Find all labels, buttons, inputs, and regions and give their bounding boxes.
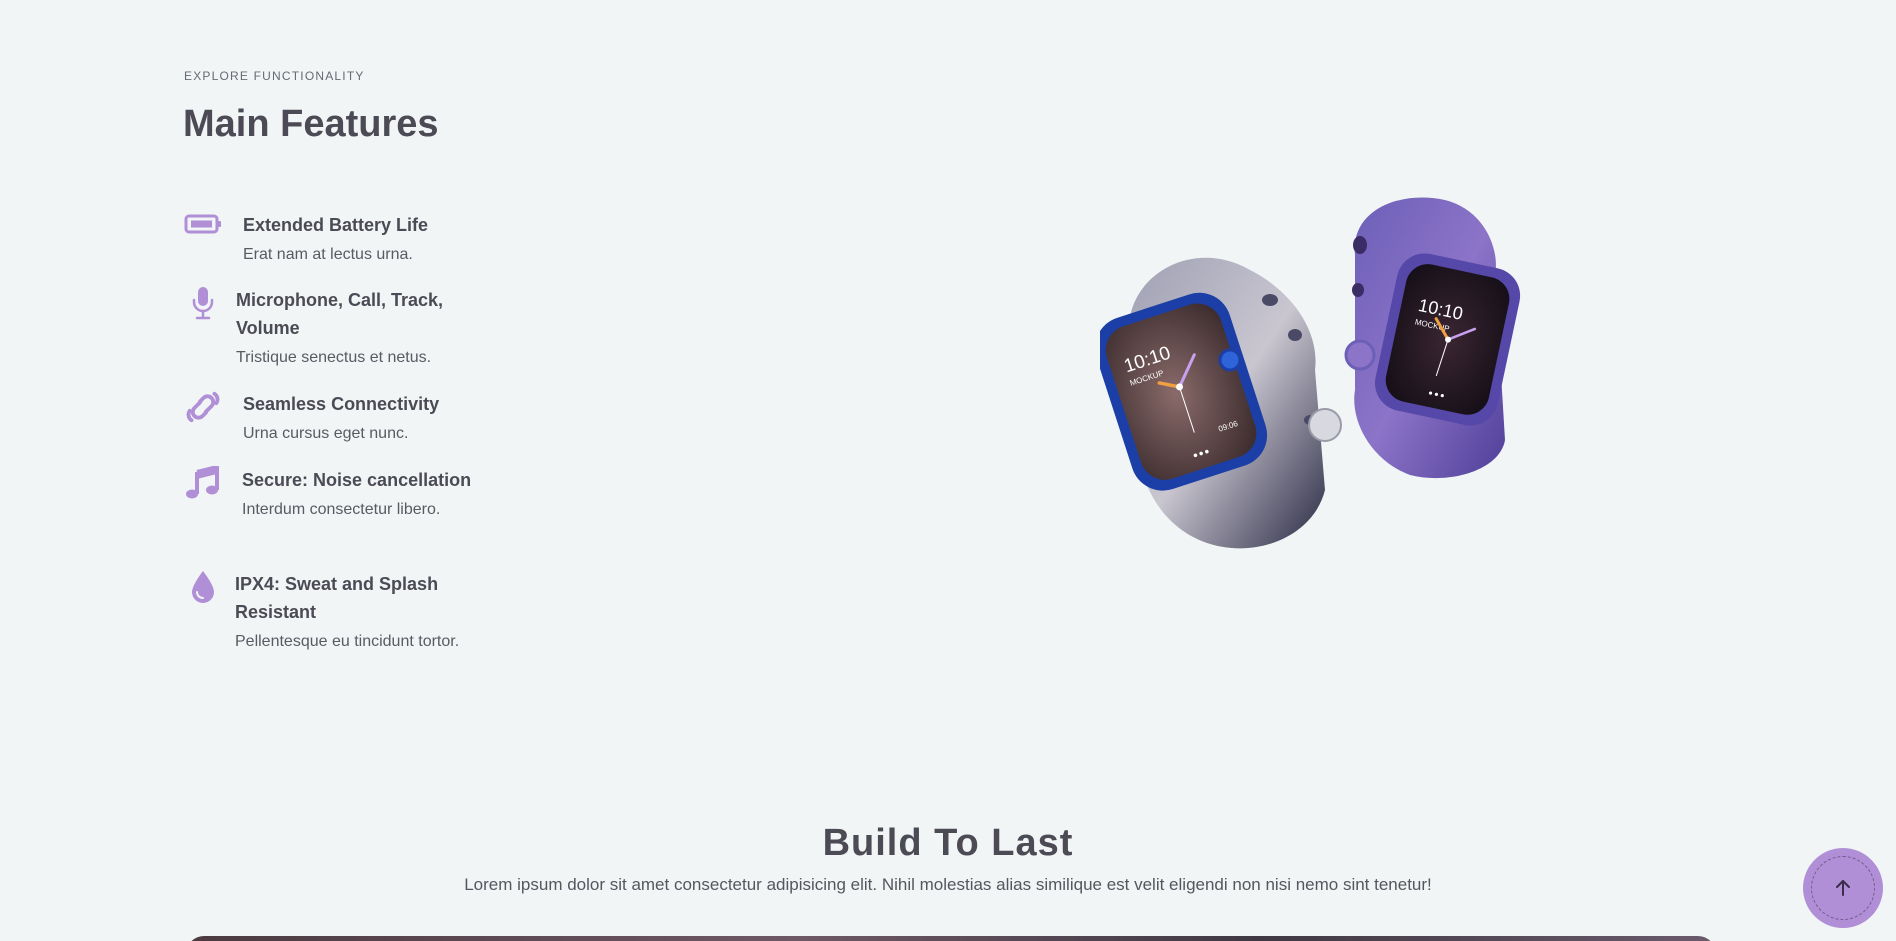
section-title: Build To Last [822, 822, 1074, 864]
feature-title: Secure: Noise cancellation [242, 470, 472, 490]
feature-description: Erat nam at lectus urna. [243, 246, 413, 263]
section-subtitle: Lorem ipsum dolor sit amet consectetur a… [464, 875, 1432, 894]
page: EXPLORE FUNCTIONALITY Main Features Exte… [0, 0, 1896, 941]
battery-icon [184, 211, 222, 249]
back-to-top-button[interactable] [1803, 848, 1883, 928]
feature-description: Pellentesque eu tincidunt tortor. [235, 633, 460, 650]
feature-title: Microphone, Call, Track, Volume [236, 290, 444, 338]
smartwatch-image: 10:10 MOCKUP 10:10 MOCKUP 09:06 [1100, 197, 1521, 549]
featured-banner-image [186, 936, 1716, 941]
feature-description: Urna cursus eget nunc. [243, 425, 409, 442]
section-eyebrow: EXPLORE FUNCTIONALITY [184, 69, 365, 83]
microphone-icon [184, 286, 222, 324]
feature-title: Seamless Connectivity [243, 394, 440, 414]
water-drop-icon [184, 570, 222, 608]
rotating-text-ring [1811, 856, 1875, 920]
feature-title: Extended Battery Life [243, 215, 429, 235]
music-note-icon [184, 466, 222, 504]
feature-description: Tristique senectus et netus. [236, 349, 432, 366]
feature-description: Interdum consectetur libero. [242, 501, 441, 518]
page-title: Main Features [183, 103, 439, 145]
link-icon [184, 390, 222, 428]
feature-title: IPX4: Sweat and Splash Resistant [235, 574, 439, 622]
